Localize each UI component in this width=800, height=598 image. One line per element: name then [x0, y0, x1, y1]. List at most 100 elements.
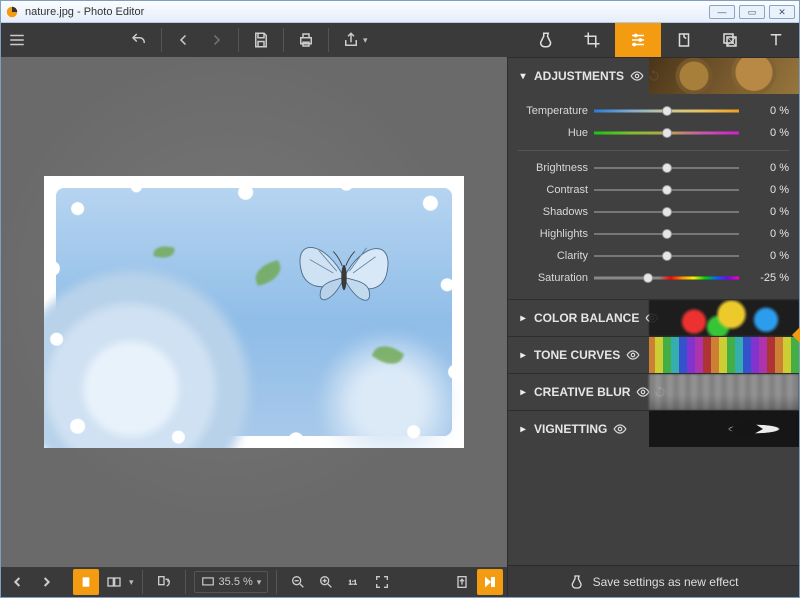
hamburger-menu[interactable]: [1, 23, 33, 57]
slider-value: 0 %: [739, 250, 789, 262]
eye-icon[interactable]: [626, 348, 640, 362]
save-effect-label: Save settings as new effect: [593, 575, 739, 589]
section-thumbnail: [649, 374, 799, 410]
flask-icon: [569, 574, 585, 590]
slider-track[interactable]: [594, 271, 739, 285]
svg-text:1:1: 1:1: [349, 581, 358, 587]
section-thumbnail: [649, 337, 799, 373]
divider: [238, 28, 239, 52]
history-back-button[interactable]: [168, 23, 200, 57]
section-title: VIGNETTING: [534, 422, 607, 436]
next-image-button[interactable]: [33, 569, 59, 595]
slider-shadows[interactable]: Shadows0 %: [518, 201, 789, 223]
eye-icon[interactable]: [630, 69, 644, 83]
slider-track[interactable]: [594, 227, 739, 241]
divider: [328, 28, 329, 52]
screen-icon: [201, 575, 215, 589]
section-tone-curves[interactable]: ▸ TONE CURVES: [508, 337, 799, 373]
chevron-down-icon[interactable]: ▾: [257, 577, 262, 588]
zoom-100-button[interactable]: 1:1: [341, 569, 367, 595]
slider-value: 0 %: [739, 127, 789, 139]
tab-retouch[interactable]: [661, 23, 707, 57]
revert-button[interactable]: [449, 569, 475, 595]
slider-track[interactable]: [594, 205, 739, 219]
slider-value: -25 %: [739, 272, 789, 284]
tab-text[interactable]: [753, 23, 799, 57]
tab-crop[interactable]: [569, 23, 615, 57]
section-creative-blur[interactable]: ▸ CREATIVE BLUR: [508, 374, 799, 410]
chevron-right-icon: ▸: [518, 350, 528, 361]
minimize-button[interactable]: —: [709, 5, 735, 19]
section-vignetting[interactable]: ▸ VIGNETTING: [508, 411, 799, 447]
image-preview: [44, 176, 464, 448]
zoom-display[interactable]: 35.5 % ▾: [194, 571, 269, 593]
slider-label: Contrast: [518, 184, 594, 196]
tab-adjust[interactable]: [615, 23, 661, 57]
rotate-button[interactable]: [151, 569, 177, 595]
window-title: nature.jpg - Photo Editor: [25, 6, 705, 18]
app-icon: [5, 5, 19, 19]
slider-label: Clarity: [518, 250, 594, 262]
slider-track[interactable]: [594, 183, 739, 197]
section-color-balance[interactable]: ▸COLOR BALANCE: [508, 300, 799, 336]
compare-view-button[interactable]: [101, 569, 127, 595]
slider-value: 0 %: [739, 184, 789, 196]
zoom-fit-button[interactable]: [369, 569, 395, 595]
slider-value: 0 %: [739, 162, 789, 174]
section-thumbnail: [649, 58, 799, 94]
chevron-down-icon[interactable]: ▾: [129, 577, 134, 588]
section-title: CREATIVE BLUR: [534, 385, 630, 399]
section-title: COLOR BALANCE: [534, 311, 639, 325]
slider-clarity[interactable]: Clarity 0 %: [518, 245, 789, 267]
slider-temperature[interactable]: Temperature0 %: [518, 100, 789, 122]
zoom-out-button[interactable]: [285, 569, 311, 595]
main-toolbar: ▾: [1, 23, 799, 57]
side-tabs: [523, 23, 799, 57]
section-thumbnail: [649, 300, 799, 336]
slider-highlights[interactable]: Highlights0 %: [518, 223, 789, 245]
slider-track[interactable]: [594, 249, 739, 263]
adjustments-body: Temperature0 %Hue0 %Brightness0 %Contras…: [508, 94, 799, 299]
slider-label: Shadows: [518, 206, 594, 218]
tab-effects[interactable]: [523, 23, 569, 57]
slider-value: 0 %: [739, 105, 789, 117]
side-panel: ▾ ADJUSTMENTS Temperature0 %Hue0 % Bright…: [507, 57, 799, 597]
divider: [283, 28, 284, 52]
history-forward-button[interactable]: [200, 23, 232, 57]
slider-hue[interactable]: Hue0 %: [518, 122, 789, 144]
save-as-effect-button[interactable]: Save settings as new effect: [508, 565, 799, 597]
slider-label: Brightness: [518, 162, 594, 174]
chevron-right-icon: ▸: [518, 424, 528, 435]
bottom-toolbar: ▾ 35.5 % ▾ 1:1: [1, 567, 507, 597]
butterfly-graphic: [289, 228, 399, 318]
slider-contrast[interactable]: Contrast 0 %: [518, 179, 789, 201]
undo-button[interactable]: [123, 23, 155, 57]
save-button[interactable]: [245, 23, 277, 57]
titlebar: nature.jpg - Photo Editor — ▭ ✕: [1, 1, 799, 23]
chevron-right-icon: ▸: [518, 387, 528, 398]
slider-saturation[interactable]: Saturation-25 %: [518, 267, 789, 289]
chevron-down-icon[interactable]: ▾: [363, 35, 368, 46]
canvas[interactable]: [1, 57, 507, 567]
slider-brightness[interactable]: Brightness 0 %: [518, 157, 789, 179]
eye-icon[interactable]: [613, 422, 627, 436]
prev-image-button[interactable]: [5, 569, 31, 595]
slider-track[interactable]: [594, 104, 739, 118]
single-view-button[interactable]: [73, 569, 99, 595]
slider-track[interactable]: [594, 161, 739, 175]
print-button[interactable]: [290, 23, 322, 57]
divider: [161, 28, 162, 52]
chevron-down-icon: ▾: [518, 71, 528, 82]
tab-texture[interactable]: [707, 23, 753, 57]
section-thumbnail: [649, 411, 799, 447]
app-window: nature.jpg - Photo Editor — ▭ ✕ ▾: [0, 0, 800, 598]
apply-button[interactable]: [477, 569, 503, 595]
section-title: ADJUSTMENTS: [534, 69, 624, 83]
maximize-button[interactable]: ▭: [739, 5, 765, 19]
section-adjustments[interactable]: ▾ ADJUSTMENTS: [508, 58, 799, 94]
close-button[interactable]: ✕: [769, 5, 795, 19]
zoom-in-button[interactable]: [313, 569, 339, 595]
slider-label: Highlights: [518, 228, 594, 240]
section-title: TONE CURVES: [534, 348, 620, 362]
slider-track[interactable]: [594, 126, 739, 140]
